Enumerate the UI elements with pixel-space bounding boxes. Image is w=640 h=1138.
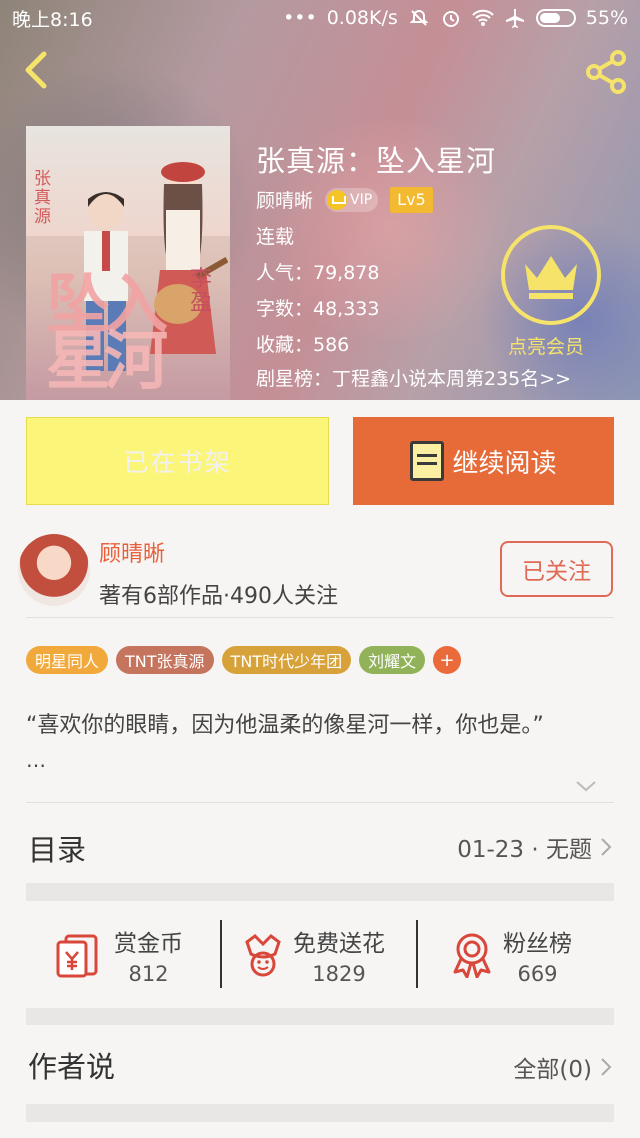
stat-divider [416,920,418,988]
author-avatar[interactable] [18,534,90,606]
crown-icon [525,256,577,299]
free-flower-stat[interactable]: 免费送花 1829 [243,920,385,990]
description-ellipsis: … [26,748,46,772]
serial-status: 连载 [256,226,295,248]
popularity-stat: 人气：79,878 [256,262,380,284]
follow-label: 已关注 [522,559,591,585]
share-icon [586,50,626,94]
chevron-right-icon [601,1058,612,1076]
chevron-right-icon [601,838,612,856]
cover-title-line2: 星河 [46,325,168,399]
flower-icon [245,934,281,977]
tag-list: 明星同人 TNT张真源 TNT时代少年团 刘耀文 + [26,646,462,674]
added-to-shelf-button[interactable]: 已在书架 [26,417,329,505]
tag-item[interactable]: 刘耀文 [359,646,426,674]
reward-coin-count: 812 [128,962,169,986]
divider [26,802,614,803]
toc-latest-chapter[interactable]: 01-23 · 无题 [457,830,612,864]
medal-icon [453,933,491,978]
network-speed: 0.08K/s [326,7,398,29]
continue-reading-button[interactable]: 继续阅读 [353,417,614,505]
book-author-name[interactable]: 顾晴晰 [256,186,313,213]
tag-item[interactable]: TNT时代少年团 [221,646,352,674]
member-label[interactable]: 点亮会员 [508,332,584,359]
fan-ranking-stat[interactable]: 粉丝榜 669 [451,920,572,990]
crown-coin-icon [327,189,348,210]
reward-coin-stat[interactable]: 赏金币 812 [56,920,183,990]
tag-item[interactable]: 明星同人 [26,646,109,674]
reward-coin-icon [56,934,98,978]
fan-ranking-label: 粉丝榜 [503,931,572,957]
level-badge: Lv5 [390,186,433,213]
mute-icon [408,7,430,29]
section-spacer [26,1104,614,1122]
cover-right-name: 李盈 [190,267,213,316]
status-bar: 晚上8:16 ••• 0.08K/s 55% [0,0,640,36]
read-label: 继续阅读 [452,448,557,479]
chevron-left-icon [25,51,47,89]
book-description: “喜欢你的眼睛，因为他温柔的像星河一样，你也是。” [26,713,544,738]
section-spacer [26,1008,614,1025]
author-says-all[interactable]: 全部(0) [513,1050,612,1084]
fan-ranking-count: 669 [517,962,558,986]
author-meta: 著有6部作品·490人关注 [99,584,338,609]
book-icon [410,441,445,481]
battery-icon [535,9,576,27]
dots-icon: ••• [283,7,317,29]
section-spacer [26,883,614,901]
tag-item[interactable]: TNT张真源 [116,646,214,674]
share-button[interactable] [582,48,630,96]
vip-badge: VIP [325,187,379,212]
cover-left-name: 张真源 [34,169,51,227]
member-button[interactable] [501,225,601,325]
book-title: 张真源：坠入星河 [256,144,497,178]
toc-title[interactable]: 目录 [28,827,86,869]
author-says-all-label: 全部(0) [513,1057,592,1083]
vip-label: VIP [350,191,373,208]
alarm-icon [440,7,462,29]
word-count-stat: 字数：48,333 [256,298,380,320]
shelf-label: 已在书架 [123,448,232,477]
book-author-row: 顾晴晰 VIP Lv5 [256,186,433,213]
more-tags-button[interactable]: + [433,646,462,674]
author-name[interactable]: 顾晴晰 [99,536,165,568]
latest-chapter-label: 01-23 · 无题 [457,837,592,863]
stat-divider [220,920,222,988]
free-flower-label: 免费送花 [293,931,385,957]
book-cover[interactable]: 张真源 李盈 坠入 星河 [26,126,230,400]
battery-percent: 55% [585,7,628,29]
expand-description-button[interactable] [574,776,598,796]
rank-link[interactable]: 剧星榜：丁程鑫小说本周第235名>> [256,364,571,391]
back-button[interactable] [16,50,56,90]
book-header: 晚上8:16 ••• 0.08K/s 55% 张真源 李盈 坠入 星河 张真源：… [0,0,640,400]
reward-coin-label: 赏金币 [114,931,183,957]
airplane-icon [504,7,526,29]
status-time: 晚上8:16 [12,8,93,31]
author-says-title[interactable]: 作者说 [28,1044,115,1086]
favorites-stat: 收藏：586 [256,334,350,356]
free-flower-count: 1829 [312,962,366,986]
chevron-down-icon [576,781,596,792]
follow-button[interactable]: 已关注 [500,541,613,597]
wifi-icon [472,7,494,29]
divider [26,617,614,618]
